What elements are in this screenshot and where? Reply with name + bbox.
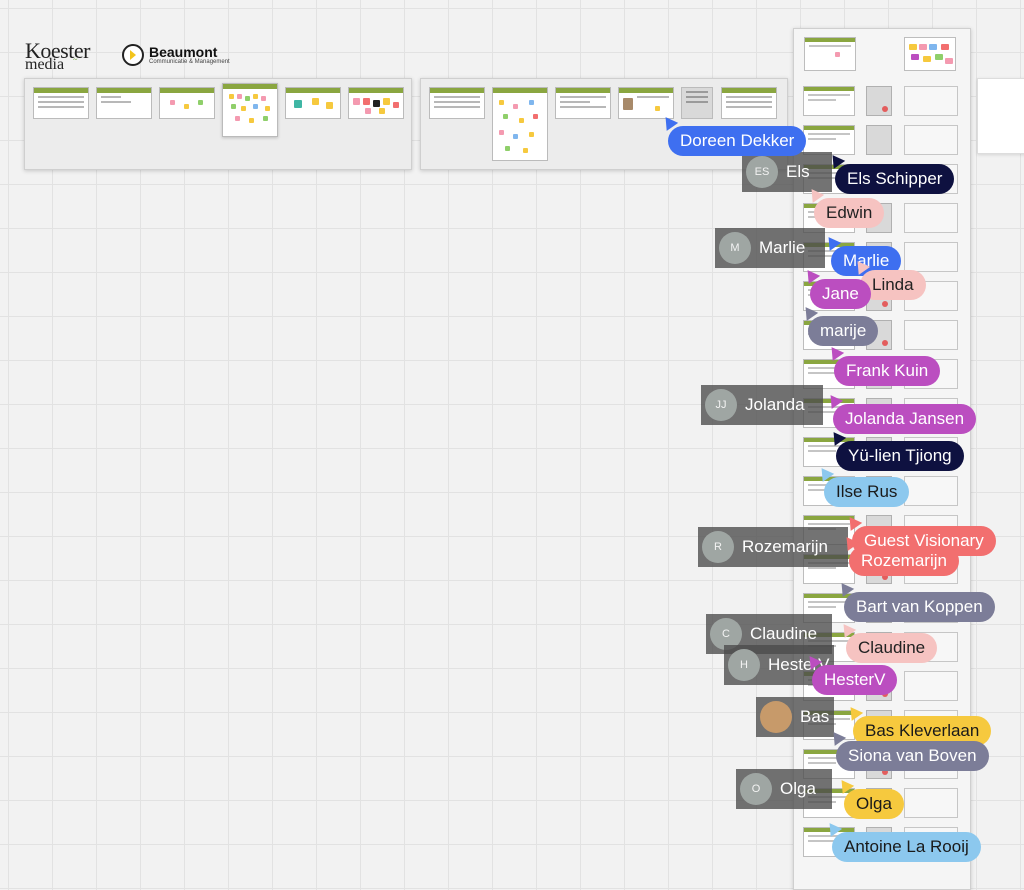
collaborator-name: Rozemarijn (742, 537, 828, 556)
beaumont-logo: Beaumont Communicatie & Management (122, 44, 230, 66)
collaborator-cursor-label: Doreen Dekker (668, 126, 807, 156)
avatar: M (719, 232, 751, 264)
collaborator-avatar-label: JJ Jolanda (701, 385, 823, 425)
overview-thumbnail[interactable] (804, 37, 856, 71)
session-thumbnail[interactable] (803, 125, 855, 155)
frame-thumbnail[interactable] (618, 87, 674, 119)
collaborator-cursor-label: Frank Kuin (834, 356, 941, 386)
collaborator-name: Jolanda (745, 395, 805, 414)
frame-thumbnail[interactable] (222, 83, 278, 137)
avatar: ES (746, 156, 778, 188)
collaborator-cursor-label: Olga (844, 789, 904, 819)
avatar: H (728, 649, 760, 681)
collaborator-avatar-label: M Marlie (715, 228, 825, 268)
empty-slot[interactable] (904, 203, 958, 233)
session-thumbnail[interactable] (803, 86, 855, 116)
status-dot (882, 301, 888, 307)
frame-thumbnail[interactable] (96, 87, 152, 119)
frame-thumbnail[interactable] (429, 87, 485, 119)
collaborator-cursor-label: Edwin (814, 198, 885, 228)
collaborator-cursor-label: Ilse Rus (824, 477, 910, 507)
empty-sticky-card[interactable] (977, 78, 1024, 154)
empty-slot[interactable] (904, 671, 958, 701)
collaborator-avatar-label: Bas (756, 697, 834, 737)
collaborator-cursor-label: Claudine (846, 633, 938, 663)
board-frame-2[interactable] (420, 78, 788, 170)
frame-thumbnail[interactable] (348, 87, 404, 119)
collaborator-cursor-label: Jolanda Jansen (833, 404, 977, 434)
board-frame-1[interactable] (24, 78, 412, 170)
session-output-card[interactable] (866, 125, 892, 155)
collaborator-name: Els (786, 162, 810, 181)
collaborator-avatar-label: R Rozemarijn (698, 527, 848, 567)
empty-slot[interactable] (904, 86, 958, 116)
frame-thumbnail[interactable] (492, 87, 548, 161)
collaborator-avatar-label: O Olga (736, 769, 832, 809)
empty-slot[interactable] (904, 242, 958, 272)
collaborator-name: Bas (800, 707, 830, 726)
status-dot (882, 340, 888, 346)
frame-thumbnail[interactable] (681, 87, 713, 119)
frame-thumbnail[interactable] (555, 87, 611, 119)
collaborator-cursor-label: marije (808, 316, 879, 346)
frame-thumbnail[interactable] (721, 87, 777, 119)
beaumont-logo-icon (122, 44, 144, 66)
empty-slot[interactable] (904, 476, 958, 506)
avatar: R (702, 531, 734, 563)
overview-thumbnail[interactable] (904, 37, 956, 71)
collaborator-cursor-label: Antoine La Rooij (832, 832, 981, 862)
empty-slot[interactable] (904, 125, 958, 155)
collaborator-cursor-label: Jane (810, 279, 871, 309)
collaborator-cursor-label: HesterV (812, 665, 898, 695)
collaborator-name: Marlie (759, 238, 806, 257)
koester-media-logo: Koester media ~ (25, 38, 90, 73)
collaborator-cursor-label: Bart van Koppen (844, 592, 995, 622)
collaborator-name: Olga (780, 779, 816, 798)
empty-slot[interactable] (904, 320, 958, 350)
avatar: JJ (705, 389, 737, 421)
frame-thumbnail[interactable] (33, 87, 89, 119)
session-output-card[interactable] (866, 86, 892, 116)
avatar (760, 701, 792, 733)
empty-slot[interactable] (904, 788, 958, 818)
avatar: O (740, 773, 772, 805)
collaborator-cursor-label: Els Schipper (835, 164, 955, 194)
collaborator-cursor-label: Siona van Boven (836, 741, 989, 771)
frame-thumbnail[interactable] (159, 87, 215, 119)
status-dot (882, 106, 888, 112)
collaborator-cursor-label: Rozemarijn (849, 546, 959, 576)
frame-thumbnail[interactable] (285, 87, 341, 119)
collaborator-cursor-label: Yü-lien Tjiong (836, 441, 964, 471)
